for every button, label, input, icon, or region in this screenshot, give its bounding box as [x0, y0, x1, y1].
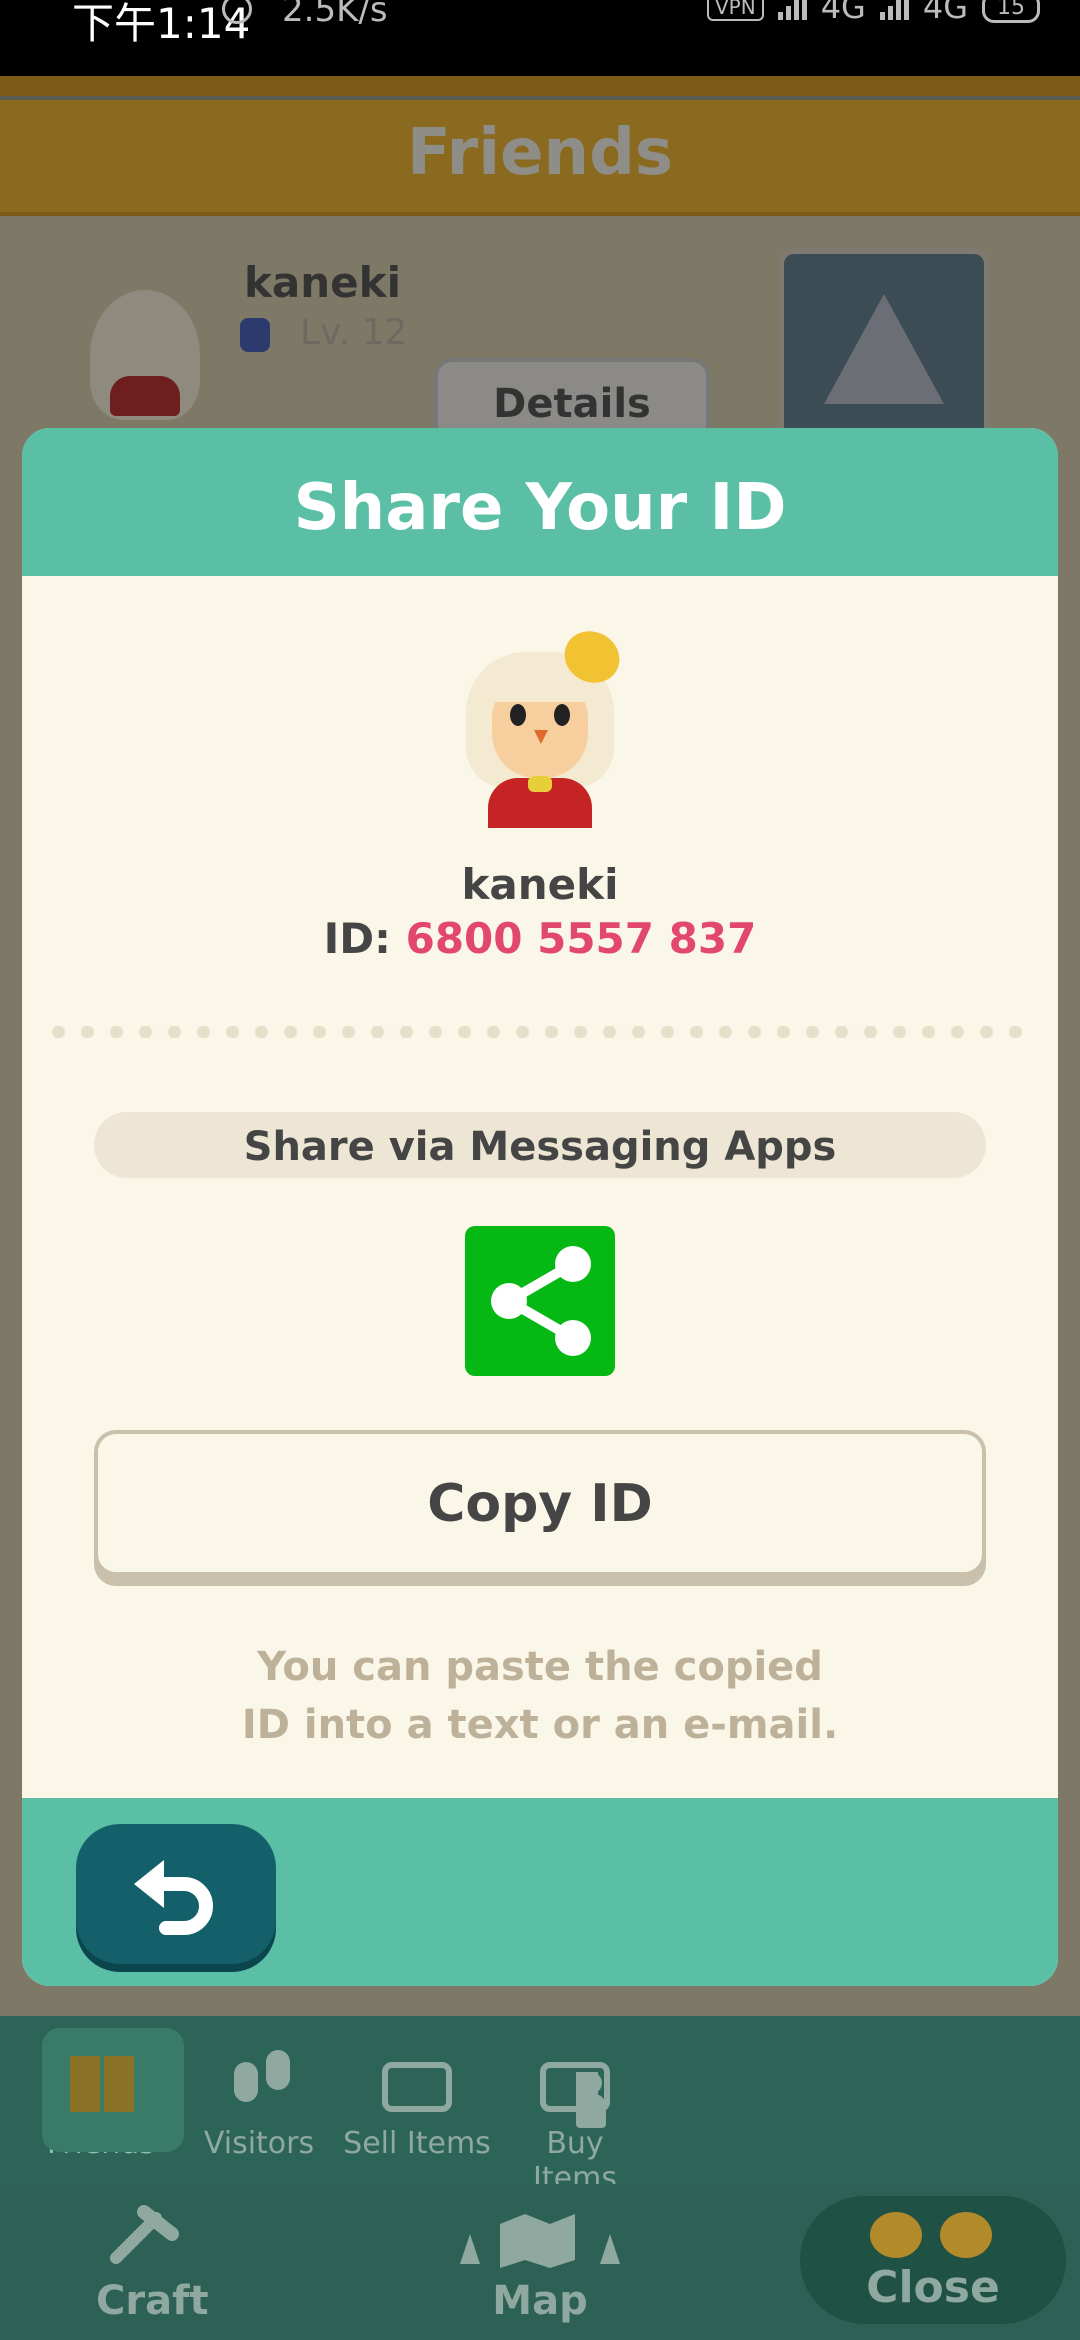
tab-friends[interactable]: Friends — [26, 2028, 184, 2161]
player-avatar — [458, 621, 629, 828]
dialog-title: Share Your ID — [293, 471, 787, 545]
back-arrow-icon — [134, 1860, 213, 1935]
status-right: VPN 4G 4G 15 — [706, 0, 1040, 26]
net-speed: 2.5K/s — [282, 0, 388, 30]
sell-box-icon — [372, 2042, 462, 2118]
cat-icon — [240, 318, 270, 352]
dotted-divider — [44, 1026, 1036, 1038]
tab-sell-items[interactable]: Sell Items — [342, 2042, 492, 2161]
share-id-dialog: Share Your ID kaneki ID: 6800 5557 837 S… — [22, 428, 1058, 1986]
screen-title: Friends — [407, 116, 673, 190]
back-button[interactable] — [76, 1824, 276, 1964]
tab-label: Visitors — [203, 2126, 315, 2161]
copy-id-button[interactable]: Copy ID — [94, 1430, 986, 1576]
profile-avatar — [90, 290, 200, 420]
id-label: ID: — [323, 914, 391, 963]
battery-icon: 15 — [982, 0, 1040, 23]
bottom-action-bar: Craft Map Close — [0, 2184, 1080, 2340]
tab-label: Sell Items — [343, 2126, 491, 2161]
network-type-2: 4G — [922, 0, 968, 26]
buy-box-icon — [530, 2042, 620, 2128]
hint-line-2: ID into a text or an e-mail. — [241, 1702, 839, 1748]
map-icon — [460, 2214, 620, 2268]
villagers-icon — [870, 2212, 1000, 2262]
vpn-badge: VPN — [706, 0, 764, 21]
friends-icon — [42, 2028, 184, 2152]
campsite-thumbnail[interactable] — [778, 248, 990, 450]
id-value: 6800 5557 837 — [405, 914, 757, 963]
map-button[interactable]: Map — [440, 2204, 640, 2324]
signal-icon — [777, 0, 807, 20]
footprints-icon — [214, 2042, 304, 2118]
tab-visitors[interactable]: Visitors — [184, 2042, 334, 2161]
player-name: kaneki — [461, 860, 619, 909]
copy-id-label: Copy ID — [427, 1474, 653, 1534]
copy-hint: You can paste the copied ID into a text … — [22, 1638, 1058, 1754]
share-icon — [491, 1246, 591, 1356]
share-button[interactable] — [465, 1226, 615, 1376]
profile-level: Lv. 12 — [300, 312, 408, 353]
share-via-label: Share via Messaging Apps — [94, 1112, 986, 1178]
profile-name: kaneki — [244, 258, 401, 307]
network-type-1: 4G — [820, 0, 866, 26]
signal-icon-2 — [879, 0, 909, 20]
map-label: Map — [492, 2278, 588, 2324]
craft-button[interactable]: Craft — [96, 2204, 209, 2324]
close-label: Close — [866, 2262, 1000, 2313]
bottom-tab-bar: Friends Visitors Sell Items Buy Items — [0, 2016, 1080, 2196]
player-id: ID: 6800 5557 837 — [22, 914, 1058, 963]
tab-buy-items[interactable]: Buy Items — [500, 2042, 650, 2196]
craft-label: Craft — [96, 2278, 209, 2324]
status-bar: 下午1:14 2.5K/s VPN 4G 4G 15 — [0, 0, 1080, 76]
hammer-icon — [110, 2205, 179, 2264]
hint-line-1: You can paste the copied — [257, 1644, 823, 1690]
details-label: Details — [493, 381, 651, 427]
close-button[interactable]: Close — [800, 2196, 1066, 2324]
